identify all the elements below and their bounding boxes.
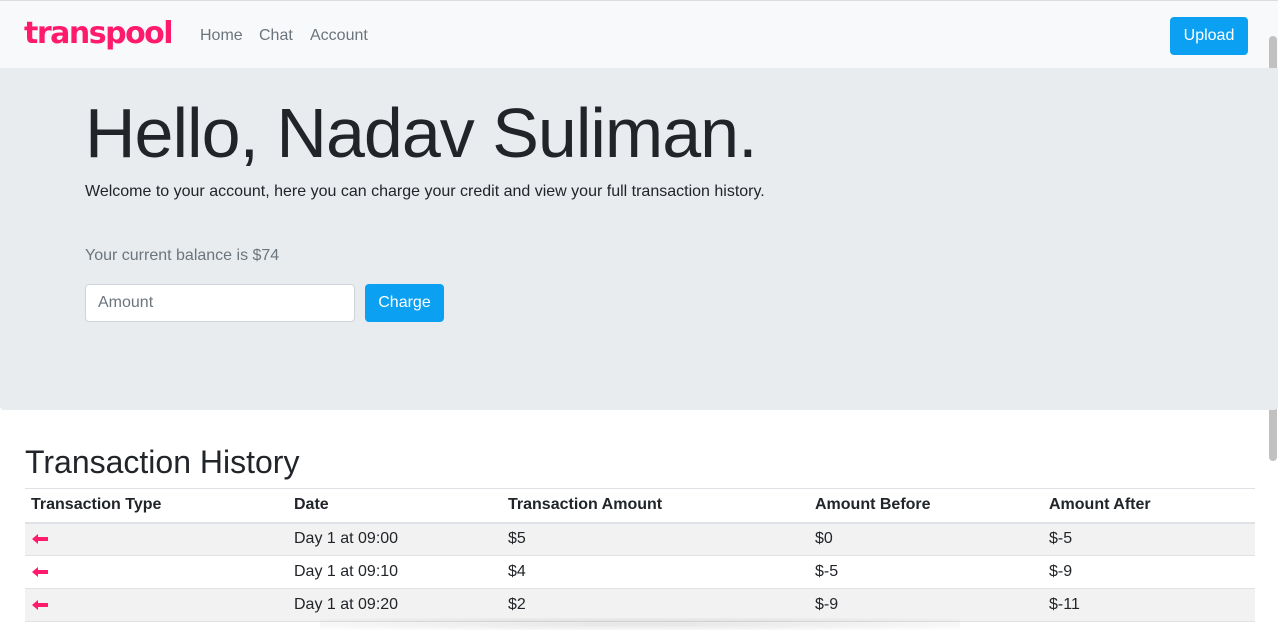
table-row: Day 1 at 09:00 $5 $0 $-5	[25, 522, 1255, 556]
navbar: transpool Home Chat Account Upload	[0, 0, 1278, 68]
amount-before-cell: $-5	[809, 555, 1043, 589]
left-arrow-icon	[32, 566, 48, 577]
upload-button[interactable]: Upload	[1170, 17, 1248, 55]
table-row: Day 1 at 09:10 $4 $-5 $-9	[25, 555, 1255, 589]
greeting-heading: Hello, Nadav Suliman.	[85, 94, 758, 172]
amount-before-cell: $-9	[809, 588, 1043, 622]
amount-cell: $4	[502, 555, 809, 589]
nav-link-home[interactable]: Home	[200, 27, 243, 45]
header-transaction-amount: Transaction Amount	[502, 488, 809, 524]
amount-cell: $5	[502, 522, 809, 556]
header-amount-after: Amount After	[1043, 488, 1255, 524]
charge-button[interactable]: Charge	[365, 284, 444, 322]
amount-input[interactable]	[85, 284, 355, 322]
transaction-type-cell	[25, 588, 288, 622]
transaction-type-cell	[25, 555, 288, 589]
amount-after-cell: $-9	[1043, 555, 1255, 589]
transpool-logo[interactable]: transpool	[24, 15, 174, 53]
header-amount-before: Amount Before	[809, 488, 1043, 524]
transaction-type-cell	[25, 522, 288, 556]
nav-link-chat[interactable]: Chat	[259, 27, 293, 45]
nav-link-account[interactable]: Account	[310, 27, 368, 45]
current-balance-text: Your current balance is $74	[85, 247, 280, 264]
welcome-lead-text: Welcome to your account, here you can ch…	[85, 183, 765, 200]
left-arrow-icon	[32, 534, 48, 545]
bottom-shadow	[320, 618, 960, 630]
header-date: Date	[288, 488, 502, 524]
date-cell: Day 1 at 09:10	[288, 555, 502, 589]
date-cell: Day 1 at 09:20	[288, 588, 502, 622]
table-header-row: Transaction Type Date Transaction Amount…	[25, 488, 1255, 524]
date-cell: Day 1 at 09:00	[288, 522, 502, 556]
amount-before-cell: $0	[809, 522, 1043, 556]
header-transaction-type: Transaction Type	[25, 488, 288, 524]
amount-after-cell: $-11	[1043, 588, 1255, 622]
table-row: Day 1 at 09:20 $2 $-9 $-11	[25, 588, 1255, 622]
amount-cell: $2	[502, 588, 809, 622]
left-arrow-icon	[32, 599, 48, 610]
transaction-table: Transaction Type Date Transaction Amount…	[25, 488, 1255, 622]
transaction-history-title: Transaction History	[25, 444, 300, 480]
amount-after-cell: $-5	[1043, 522, 1255, 556]
